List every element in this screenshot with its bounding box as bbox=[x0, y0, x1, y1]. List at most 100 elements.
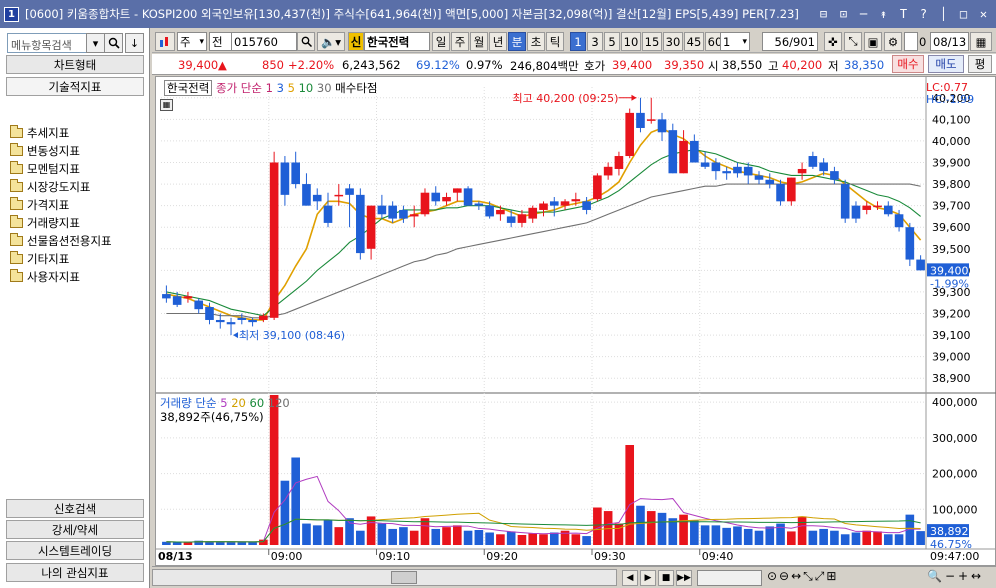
crosshair-icon[interactable]: ✜ bbox=[824, 32, 842, 51]
volume-bar bbox=[851, 532, 861, 545]
window-button-0[interactable]: ⊟ bbox=[815, 6, 832, 21]
volume-bar bbox=[690, 520, 699, 545]
save-icon[interactable]: ▣ bbox=[864, 32, 882, 51]
tree-item[interactable]: 시장강도지표 bbox=[10, 178, 145, 196]
tab-system-trading[interactable]: 시스템트레이딩 bbox=[6, 541, 144, 560]
window-button-6[interactable]: │ bbox=[935, 6, 952, 21]
price-change: 850 bbox=[262, 58, 284, 72]
period-button[interactable]: 틱 bbox=[546, 32, 564, 51]
candle-body bbox=[356, 194, 365, 254]
volume-bar bbox=[733, 526, 742, 545]
chart-area[interactable]: 한국전력 종가 단순 1 3 5 10 30 매수타점 ▦ 40,200 40,1… bbox=[155, 76, 996, 566]
interval-button[interactable]: 1 bbox=[570, 32, 586, 51]
volume-bar bbox=[700, 525, 710, 545]
period-button[interactable]: 년 bbox=[489, 32, 507, 51]
price-tick-label: 39,800 bbox=[932, 178, 971, 191]
stop-icon[interactable]: ■ bbox=[658, 570, 674, 586]
candle-body bbox=[528, 207, 538, 219]
tab-my-indicators[interactable]: 나의 관심지표 bbox=[6, 563, 144, 582]
stock-name-field[interactable]: 한국전력 bbox=[364, 32, 430, 51]
window-button-3[interactable]: ↟ bbox=[875, 6, 892, 21]
period-button[interactable]: 분 bbox=[508, 32, 526, 51]
price-tick-label: 39,500 bbox=[932, 243, 971, 256]
play-icon[interactable]: ▶ bbox=[640, 570, 656, 586]
search-icon[interactable] bbox=[297, 32, 315, 51]
period-button[interactable]: 주 bbox=[451, 32, 469, 51]
current-price-pct: -1.99% bbox=[930, 277, 969, 290]
volume-tick-label: 200,000 bbox=[932, 468, 978, 481]
price-change-pct: +2.20% bbox=[288, 58, 335, 72]
tree-item[interactable]: 사용자지표 bbox=[10, 268, 145, 286]
search-dropdown-button[interactable]: ▾ bbox=[86, 33, 105, 53]
current-volume-label: 38,892 bbox=[930, 525, 969, 538]
low-annotation: 최저 39,100 (08:46) bbox=[239, 329, 345, 342]
volume-bar bbox=[399, 527, 408, 545]
buy-button[interactable]: 매수 bbox=[892, 55, 924, 73]
candle-body bbox=[636, 112, 645, 128]
tree-item[interactable]: 기타지표 bbox=[10, 250, 145, 268]
interval-button[interactable]: 45 bbox=[684, 32, 704, 51]
window-button-7[interactable]: □ bbox=[955, 6, 972, 21]
window-button-4[interactable]: T bbox=[895, 6, 912, 21]
tree-item[interactable]: 거래량지표 bbox=[10, 214, 145, 232]
interval-button[interactable]: 15 bbox=[642, 32, 662, 51]
period-button[interactable]: 초 bbox=[527, 32, 545, 51]
tree-item[interactable]: 추세지표 bbox=[10, 124, 145, 142]
bar-count-input[interactable]: 56/901 bbox=[762, 32, 818, 51]
tab-signal-search[interactable]: 신호검색 bbox=[6, 499, 144, 518]
fast-forward-icon[interactable]: ▶▶ bbox=[676, 570, 692, 586]
calendar-icon[interactable]: ▦ bbox=[970, 32, 992, 51]
time-tick-label: 09:10 bbox=[378, 550, 410, 563]
gear-icon[interactable]: ⚙ bbox=[884, 32, 902, 51]
interval-button[interactable]: 10 bbox=[621, 32, 641, 51]
chart-scrollbar[interactable] bbox=[152, 569, 617, 586]
candle-body bbox=[560, 201, 570, 206]
period-button[interactable]: 월 bbox=[470, 32, 488, 51]
interval-button[interactable]: 3 bbox=[587, 32, 603, 51]
volume-bar bbox=[237, 542, 247, 545]
chart-type-icon[interactable] bbox=[155, 32, 175, 51]
unit-select[interactable]: 1 ▾ bbox=[720, 32, 750, 51]
speed-slider[interactable] bbox=[697, 570, 762, 586]
sell-button[interactable]: 매도 bbox=[928, 55, 964, 73]
high-arrow-icon bbox=[631, 94, 637, 101]
interval-button[interactable]: 30 bbox=[663, 32, 683, 51]
tree-item[interactable]: 가격지표 bbox=[10, 196, 145, 214]
volume-bar bbox=[269, 395, 279, 545]
tab-chart-type[interactable]: 차트형태 bbox=[6, 55, 144, 74]
zero-checkbox[interactable] bbox=[904, 32, 918, 51]
tree-item[interactable]: 모멘텀지표 bbox=[10, 160, 145, 178]
tab-strength-weakness[interactable]: 강세/약세 bbox=[6, 520, 144, 539]
drawing-tools-icon[interactable]: ⊙⊖↔⤡⤢⊞ bbox=[767, 569, 838, 584]
candle-body bbox=[366, 205, 376, 249]
evaluate-button[interactable]: 평 bbox=[968, 55, 992, 73]
market-select[interactable]: 주 ▾ bbox=[177, 32, 207, 51]
window-button-1[interactable]: ⊡ bbox=[835, 6, 852, 21]
candle-body bbox=[269, 162, 279, 318]
download-icon[interactable]: ↓ bbox=[125, 33, 144, 53]
volume-ma-60: 60 bbox=[249, 396, 265, 410]
volume-ratio: 69.12% bbox=[416, 58, 460, 72]
scrollbar-thumb[interactable] bbox=[391, 571, 417, 584]
stock-code-input[interactable]: 015760 bbox=[231, 32, 297, 51]
search-icon[interactable] bbox=[104, 33, 123, 53]
date-input[interactable]: 08/13 bbox=[930, 32, 969, 51]
candle-body bbox=[894, 214, 904, 228]
interval-button[interactable]: 5 bbox=[604, 32, 620, 51]
tree-item-label: 거래량지표 bbox=[27, 216, 80, 230]
chart-toolbar: 주▾ 전▾ 015760 🔈▾ 신 한국전력 일주월년분초틱 135101530… bbox=[152, 29, 996, 53]
tree-item[interactable]: 변동성지표 bbox=[10, 142, 145, 160]
window-button-8[interactable]: ✕ bbox=[975, 6, 992, 21]
tree-item[interactable]: 선물옵션전용지표 bbox=[10, 232, 145, 250]
play-back-icon[interactable]: ◀ bbox=[622, 570, 638, 586]
low-price: 38,350 bbox=[844, 58, 885, 72]
zoom-controls-icon[interactable]: 🔍−+↔ bbox=[927, 569, 984, 583]
period-button[interactable]: 일 bbox=[432, 32, 450, 51]
trend-tool-icon[interactable]: ⤡ bbox=[844, 32, 862, 51]
window-button-5[interactable]: ? bbox=[915, 6, 932, 21]
current-volume-pct: 46.75% bbox=[930, 538, 972, 551]
tab-technical-indicators[interactable]: 기술적지표 bbox=[6, 77, 144, 96]
candle-body bbox=[205, 307, 214, 320]
window-button-2[interactable]: ─ bbox=[855, 6, 872, 21]
sound-icon[interactable]: 🔈▾ bbox=[317, 32, 345, 51]
